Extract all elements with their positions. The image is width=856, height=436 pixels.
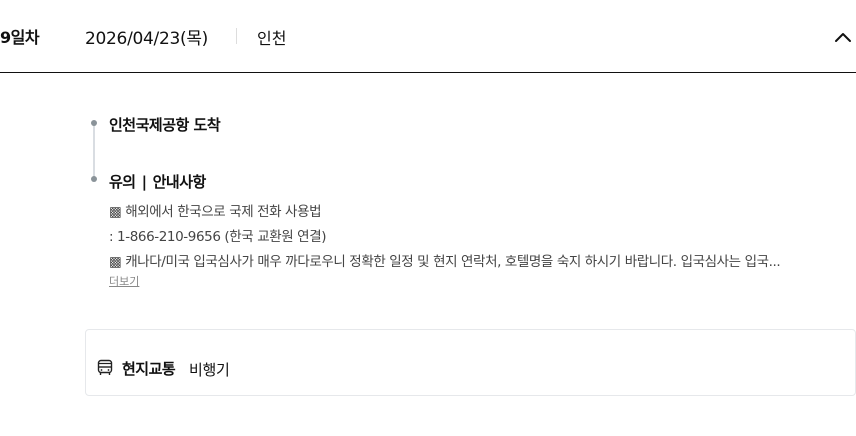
header-divider xyxy=(236,28,237,44)
timeline-line xyxy=(93,124,95,179)
notice-heading: 유의 | 안내사항 xyxy=(109,171,206,192)
day-number: 9일차 xyxy=(0,28,40,47)
day-timeline: 인천국제공항 도착 유의 | 안내사항 ▩ 해외에서 한국으로 국제 전화 사용법 … xyxy=(0,73,856,436)
transport-card: 현지교통 비행기 xyxy=(85,329,856,396)
notice-line: : 1-866-210-9656 (한국 교환원 연결) xyxy=(109,229,327,245)
stop-title: 인천국제공항 도착 xyxy=(109,116,221,134)
notice-line: ▩ 캐나다/미국 입국심사가 매우 까다로우니 정확한 일정 및 현지 연락처,… xyxy=(109,254,781,270)
transport-label: 현지교통 xyxy=(122,360,176,378)
notice-title: 안내사항 xyxy=(152,173,207,191)
transport-value: 비행기 xyxy=(189,361,230,379)
collapse-button[interactable] xyxy=(830,24,856,50)
bus-icon xyxy=(97,359,113,375)
timeline-dot-icon xyxy=(91,176,97,182)
timeline-dot-icon xyxy=(91,120,97,126)
day-header: 9일차 2026/04/23(목) 인천 xyxy=(0,0,856,73)
more-link[interactable]: 더보기 xyxy=(109,273,139,289)
notice-line: ▩ 해외에서 한국으로 국제 전화 사용법 xyxy=(109,204,322,220)
notice-label: 유의 xyxy=(109,173,136,191)
day-city: 인천 xyxy=(257,29,287,48)
notice-separator: | xyxy=(141,173,147,191)
chevron-up-icon xyxy=(835,33,851,42)
day-date: 2026/04/23(목) xyxy=(85,29,208,49)
